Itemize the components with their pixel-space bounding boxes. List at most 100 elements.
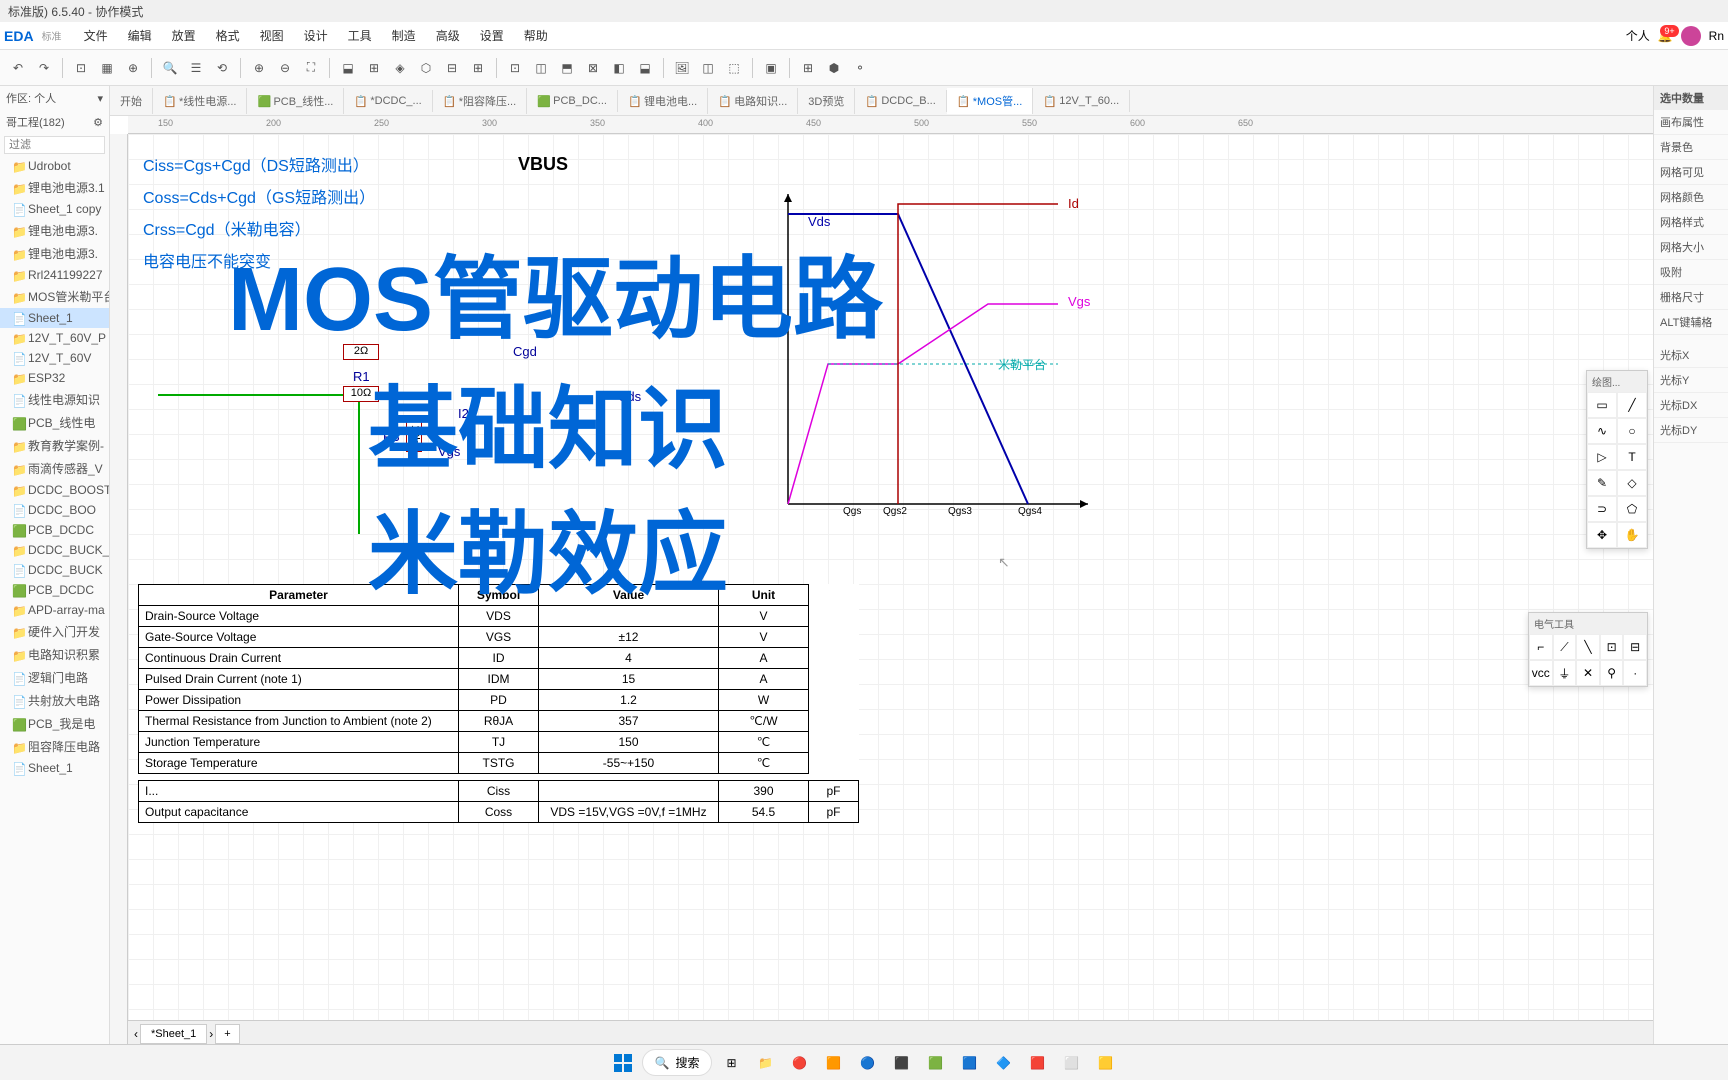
tool-btn[interactable]: ◧ bbox=[607, 56, 631, 80]
tool-btn[interactable]: ⊠ bbox=[581, 56, 605, 80]
app-icon[interactable]: 🔷 bbox=[988, 1048, 1018, 1078]
search-icon[interactable]: 🔍 bbox=[158, 56, 182, 80]
tool-btn[interactable]: ⊟ bbox=[440, 56, 464, 80]
app-icon[interactable]: 🟧 bbox=[818, 1048, 848, 1078]
menu-advanced[interactable]: 高级 bbox=[426, 23, 470, 48]
menu-manufacture[interactable]: 制造 bbox=[382, 23, 426, 48]
document-tab[interactable]: 3D预览 bbox=[798, 88, 855, 114]
menu-view[interactable]: 视图 bbox=[250, 23, 294, 48]
tool-btn[interactable]: ⊡ bbox=[69, 56, 93, 80]
tool-btn[interactable]: ⬓ bbox=[633, 56, 657, 80]
tree-item[interactable]: 📁MOS管米勒平台 bbox=[0, 285, 109, 308]
tree-item[interactable]: 📁12V_T_60V_P bbox=[0, 328, 109, 348]
text-tool-icon[interactable]: T bbox=[1617, 444, 1647, 470]
zoom-out-icon[interactable]: ⊖ bbox=[273, 56, 297, 80]
sheet-nav-next[interactable]: › bbox=[209, 1027, 213, 1041]
vcc-icon[interactable]: vcc bbox=[1529, 660, 1553, 686]
app-icon[interactable]: 🟩 bbox=[920, 1048, 950, 1078]
notification-icon[interactable]: 🔔9+ bbox=[1658, 29, 1673, 43]
noconnect-icon[interactable]: ✕ bbox=[1576, 660, 1600, 686]
tool-btn[interactable]: ⊞ bbox=[362, 56, 386, 80]
chevron-down-icon[interactable]: ▾ bbox=[97, 92, 103, 105]
zoom-in-icon[interactable]: ⊕ bbox=[247, 56, 271, 80]
add-sheet-button[interactable]: + bbox=[215, 1024, 239, 1044]
tree-item[interactable]: 📁DCDC_BUCK_ bbox=[0, 540, 109, 560]
filter-input[interactable] bbox=[4, 136, 105, 154]
arc-tool-icon[interactable]: ⊃ bbox=[1587, 496, 1617, 522]
app-icon[interactable]: 🟦 bbox=[954, 1048, 984, 1078]
filter-icon[interactable]: ⚙ bbox=[93, 116, 103, 129]
tree-item[interactable]: 📁硬件入门开发 bbox=[0, 620, 109, 643]
tree-item[interactable]: 📄Sheet_1 bbox=[0, 308, 109, 328]
task-view-icon[interactable]: ⊞ bbox=[716, 1048, 746, 1078]
tree-item[interactable]: 📁DCDC_BOOST bbox=[0, 480, 109, 500]
zoom-fit-icon[interactable]: ⛶ bbox=[299, 56, 323, 80]
tree-item[interactable]: 📁锂电池电源3.1 bbox=[0, 176, 109, 199]
app-icon[interactable]: 🟥 bbox=[1022, 1048, 1052, 1078]
tool-btn[interactable]: ☰ bbox=[184, 56, 208, 80]
property-item[interactable]: 网格可见 bbox=[1654, 160, 1728, 185]
app-icon[interactable]: 🔵 bbox=[852, 1048, 882, 1078]
poly-tool-icon[interactable]: ⬠ bbox=[1617, 496, 1647, 522]
menu-edit[interactable]: 编辑 bbox=[118, 23, 162, 48]
app-icon[interactable]: 🟨 bbox=[1090, 1048, 1120, 1078]
tool-btn[interactable]: ▣ bbox=[759, 56, 783, 80]
shape-tool-icon[interactable]: ◇ bbox=[1617, 470, 1647, 496]
tree-item[interactable]: 📁锂电池电源3. bbox=[0, 242, 109, 265]
port-icon[interactable]: ⊟ bbox=[1623, 634, 1647, 660]
tree-item[interactable]: 📄逻辑门电路 bbox=[0, 666, 109, 689]
property-item[interactable]: 光标Y bbox=[1654, 368, 1728, 393]
tree-item[interactable]: 📄DCDC_BOO bbox=[0, 500, 109, 520]
menu-format[interactable]: 格式 bbox=[206, 23, 250, 48]
schematic-canvas[interactable]: Ciss=Cgs+Cgd（DS短路测出） Coss=Cds+Cgd（GS短路测出… bbox=[128, 134, 1653, 1046]
gnd-icon[interactable]: ⏚ bbox=[1553, 660, 1577, 686]
bus-tool-icon[interactable]: ⟋ bbox=[1553, 634, 1577, 660]
document-tab[interactable]: 📋DCDC_B... bbox=[855, 90, 946, 112]
document-tab[interactable]: 📋电路知识... bbox=[708, 88, 798, 114]
redo-button[interactable]: ↷ bbox=[32, 56, 56, 80]
layers-icon[interactable]: ⬢ bbox=[822, 56, 846, 80]
document-tab[interactable]: 📋12V_T_60... bbox=[1033, 90, 1130, 112]
tree-item[interactable]: 📁阻容降压电路 bbox=[0, 735, 109, 758]
probe-icon[interactable]: ⚲ bbox=[1600, 660, 1624, 686]
curve-tool-icon[interactable]: ∿ bbox=[1587, 418, 1617, 444]
net-tool-icon[interactable]: ╲ bbox=[1576, 634, 1600, 660]
tool-btn[interactable]: ⊞ bbox=[796, 56, 820, 80]
tree-item[interactable]: 📁雨滴传感器_V bbox=[0, 457, 109, 480]
electrical-palette[interactable]: 电气工具 ⌐ ⟋ ╲ ⊡ ⊟ vcc ⏚ ✕ ⚲ · bbox=[1528, 612, 1648, 687]
app-icon[interactable]: ⬛ bbox=[886, 1048, 916, 1078]
tree-item[interactable]: 📁Udrobot bbox=[0, 156, 109, 176]
property-item[interactable]: 光标DX bbox=[1654, 393, 1728, 418]
circle-tool-icon[interactable]: ○ bbox=[1617, 418, 1647, 444]
share-icon[interactable]: ⚬ bbox=[848, 56, 872, 80]
property-item[interactable]: 光标DY bbox=[1654, 418, 1728, 443]
tree-item[interactable]: 📁电路知识积累 bbox=[0, 643, 109, 666]
menu-file[interactable]: 文件 bbox=[74, 23, 118, 48]
property-item[interactable]: 网格颜色 bbox=[1654, 185, 1728, 210]
more-icon[interactable]: · bbox=[1623, 660, 1647, 686]
tree-item[interactable]: 🟩PCB_我是电 bbox=[0, 712, 109, 735]
document-tab[interactable]: 📋锂电池电... bbox=[618, 88, 708, 114]
tool-btn[interactable]: ⊕ bbox=[121, 56, 145, 80]
document-tab[interactable]: 📋*MOS管... bbox=[947, 88, 1034, 114]
tool-btn[interactable]: ⬡ bbox=[414, 56, 438, 80]
tree-item[interactable]: 📁锂电池电源3. bbox=[0, 219, 109, 242]
tree-item[interactable]: 🟩PCB_DCDC bbox=[0, 520, 109, 540]
property-item[interactable]: 网格样式 bbox=[1654, 210, 1728, 235]
junction-icon[interactable]: ⊡ bbox=[1600, 634, 1624, 660]
tool-btn[interactable]: ⊞ bbox=[466, 56, 490, 80]
tree-item[interactable]: 📄线性电源知识 bbox=[0, 388, 109, 411]
tree-item[interactable]: 📄共射放大电路 bbox=[0, 689, 109, 712]
menu-settings[interactable]: 设置 bbox=[470, 23, 514, 48]
start-button[interactable] bbox=[608, 1048, 638, 1078]
tree-item[interactable]: 📁ESP32 bbox=[0, 368, 109, 388]
tree-item[interactable]: 📁教育教学案例- bbox=[0, 434, 109, 457]
app-icon[interactable]: 🔴 bbox=[784, 1048, 814, 1078]
tree-item[interactable]: 📄DCDC_BUCK bbox=[0, 560, 109, 580]
image-icon[interactable]: 🖼 bbox=[670, 56, 694, 80]
tree-item[interactable]: 🟩PCB_DCDC bbox=[0, 580, 109, 600]
property-item[interactable]: 网格大小 bbox=[1654, 235, 1728, 260]
arrow-tool-icon[interactable]: ▷ bbox=[1587, 444, 1617, 470]
move-tool-icon[interactable]: ✥ bbox=[1587, 522, 1617, 548]
menu-help[interactable]: 帮助 bbox=[514, 23, 558, 48]
